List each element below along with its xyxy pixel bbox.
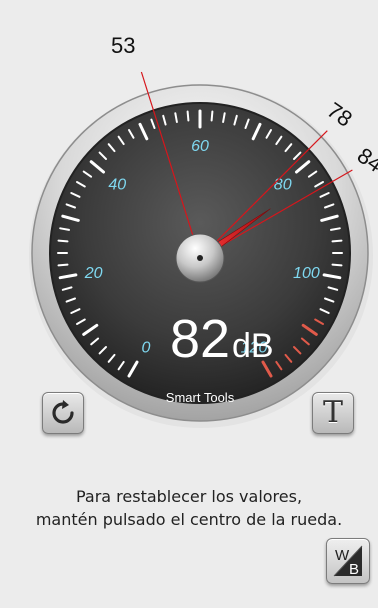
theme-button-label: T [322,395,343,430]
minor-tick [186,110,190,122]
refresh-icon [52,400,74,424]
reset-button[interactable] [42,392,84,434]
minor-tick [57,239,69,243]
minor-tick [57,263,69,267]
minor-tick [210,110,214,122]
wb-top-letter: W [335,547,350,564]
sound-meter-screen: 0 20 40 60 80 100 120 82 dB Smart Tools 53 78 … [0,0,378,608]
white-black-icon: W B [333,545,363,578]
max-marker-label: 84 [353,143,378,178]
brand-label: Smart Tools [166,390,235,405]
instructions-text: Para restablecer los valores, mantén pul… [0,485,378,531]
current-unit: dB [232,327,274,365]
min-marker-label: 53 [111,33,135,58]
scale-label: 0 [142,340,151,357]
hub-dot [197,255,203,261]
minor-tick [331,263,343,267]
scale-label: 40 [108,177,126,194]
white-black-toggle-button[interactable]: W B [326,538,370,584]
instructions-line-1: Para restablecer los valores, [75,487,303,506]
current-value: 82 [170,309,230,369]
scale-label: 100 [293,265,320,282]
scale-label: 20 [84,265,103,282]
scale-label: 80 [274,177,292,194]
scale-label: 60 [191,138,209,155]
theme-button[interactable]: T [312,392,354,434]
minor-tick [331,239,343,243]
instructions-line-2: mantén pulsado el centro de la rueda. [35,510,343,529]
avg-marker-label: 78 [323,97,357,132]
wb-bottom-letter: B [349,561,359,578]
